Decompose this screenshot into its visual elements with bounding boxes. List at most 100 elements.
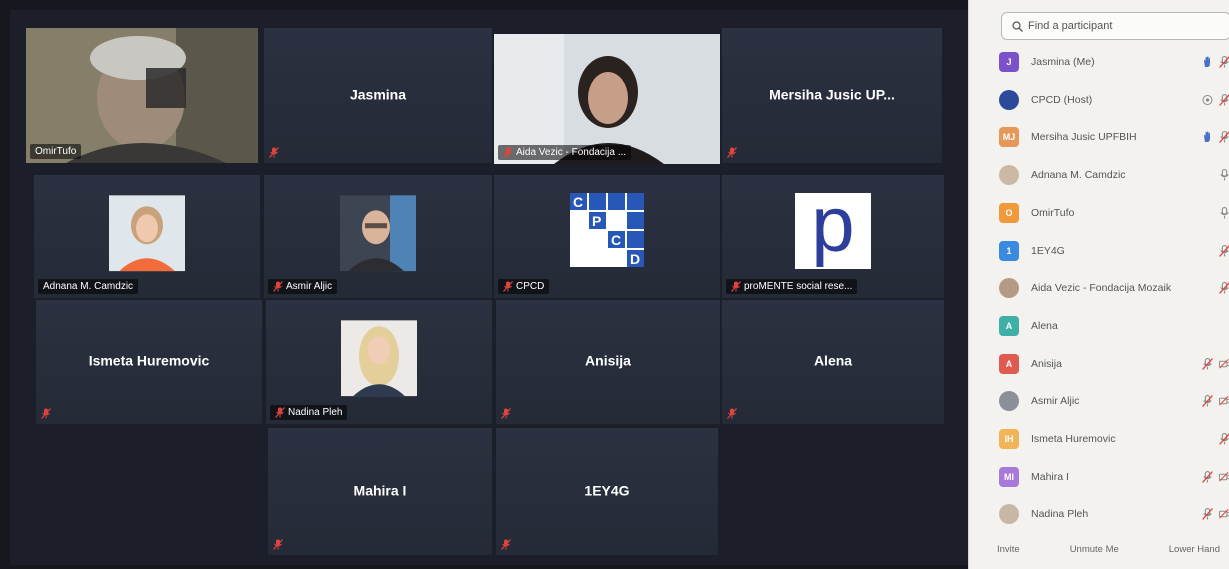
unmute-me-button[interactable]: Unmute Me: [1070, 544, 1119, 555]
participant-row[interactable]: A Anisija: [999, 347, 1229, 381]
cpcd-letter: C: [611, 232, 621, 248]
cpcd-letter: C: [573, 194, 583, 210]
cam-off-icon[interactable]: [1219, 471, 1229, 483]
participant-row[interactable]: A Alena: [999, 309, 1229, 343]
video-tile-aida-vezic[interactable]: Aida Vezic - Fondacija ...: [494, 34, 720, 164]
video-tile-jasmina[interactable]: Jasmina: [264, 28, 492, 163]
panel-footer: Invite Unmute Me Lower Hand: [997, 544, 1229, 555]
mic-muted-icon: [41, 408, 51, 419]
participants-panel: J Jasmina (Me) CPCD (Host) MJ Mersiha Jusic …: [968, 0, 1229, 569]
participant-name: 1EY4G: [584, 481, 630, 498]
participant-row[interactable]: Asmir Aljic: [999, 384, 1229, 418]
avatar: J: [999, 52, 1019, 72]
participant-status-icons: [1219, 206, 1229, 219]
avatar: O: [999, 202, 1019, 223]
avatar: [999, 504, 1019, 525]
cpcd-letter: P: [592, 213, 601, 229]
participant-row[interactable]: IH Ismeta Huremovic: [999, 422, 1229, 456]
mic-muted-icon: [501, 408, 511, 419]
participant-search-box[interactable]: [1001, 12, 1229, 40]
participant-name: Jasmina (Me): [1031, 56, 1095, 68]
participant-name: Adnana M. Camdzic: [1031, 169, 1126, 182]
participant-name: Aida Vezic - Fondacija ...: [516, 147, 627, 158]
participant-row[interactable]: MI Mahira I: [999, 460, 1229, 494]
video-grid: OmirTufo Jasmina Aida Vezic - Fondacija: [10, 10, 970, 565]
target-icon[interactable]: [1202, 94, 1213, 106]
video-tile-1ey4g[interactable]: 1EY4G: [496, 428, 718, 555]
participant-row[interactable]: J Jasmina (Me): [999, 45, 1229, 79]
participant-status-icons: [1219, 169, 1229, 181]
mic-muted-icon[interactable]: [1202, 470, 1213, 483]
video-tile-adnana[interactable]: Adnana M. Camdzic: [34, 175, 260, 298]
invite-button[interactable]: Invite: [997, 544, 1020, 555]
participant-name: Adnana M. Camdzic: [43, 281, 134, 292]
participant-name: proMENTE social rese...: [744, 281, 853, 292]
video-tile-mersiha-jusic[interactable]: Mersiha Jusic UP...: [722, 28, 942, 163]
promente-logo: p: [795, 185, 871, 269]
mic-icon[interactable]: [1219, 206, 1229, 219]
mic-muted-icon[interactable]: [1219, 433, 1229, 445]
avatar: [999, 278, 1019, 299]
participant-name: Mersiha Jusic UP...: [769, 85, 895, 102]
mic-muted-icon[interactable]: [1219, 56, 1229, 68]
video-tile-alena[interactable]: Alena: [722, 300, 944, 424]
participant-row[interactable]: Aida Vezic - Fondacija Mozaik: [999, 271, 1229, 305]
tile-label: CPCD: [498, 279, 550, 294]
hand-icon[interactable]: [1202, 131, 1213, 143]
mic-muted-icon[interactable]: [1202, 508, 1213, 521]
search-input[interactable]: [1028, 20, 1218, 32]
mic-muted-icon[interactable]: [1219, 282, 1229, 295]
tile-label: Asmir Aljic: [268, 279, 338, 294]
participant-name: Aida Vezic - Fondacija Mozaik: [1031, 282, 1172, 295]
mic-muted-icon: [273, 281, 283, 292]
participant-row[interactable]: Nadina Pleh: [999, 497, 1229, 531]
tile-label: Nadina Pleh: [270, 405, 348, 420]
avatar: MJ: [999, 127, 1019, 148]
tile-label: proMENTE social rese...: [726, 279, 858, 294]
cam-off-icon[interactable]: [1219, 358, 1229, 370]
mic-muted-icon[interactable]: [1202, 395, 1213, 408]
video-tile-promente[interactable]: p proMENTE social rese...: [722, 175, 944, 298]
participant-status-icons: [1202, 508, 1229, 521]
tile-label: OmirTufo: [30, 144, 82, 159]
cam-off-icon[interactable]: [1219, 508, 1229, 520]
zoom-meeting-window: OmirTufo Jasmina Aida Vezic - Fondacija: [0, 0, 1229, 569]
mic-muted-icon[interactable]: [1219, 244, 1229, 257]
participant-row[interactable]: 1 1EY4G: [999, 234, 1229, 268]
participant-name: Jasmina: [349, 85, 407, 102]
participant-status-icons: [1219, 282, 1229, 295]
video-tile-omirtufo[interactable]: OmirTufo: [26, 28, 258, 163]
participant-row[interactable]: O OmirTufo: [999, 196, 1229, 230]
profile-picture-adnana: [109, 194, 185, 271]
mic-muted-icon[interactable]: [1219, 131, 1229, 144]
search-icon: [1012, 20, 1023, 32]
participant-row[interactable]: Adnana M. Camdzic: [999, 158, 1229, 192]
avatar: 1: [999, 240, 1019, 261]
avatar: [999, 165, 1019, 186]
avatar: IH: [999, 429, 1019, 449]
participant-row[interactable]: CPCD (Host): [999, 83, 1229, 117]
hand-icon[interactable]: [1202, 56, 1213, 68]
participant-name: Asmir Aljic: [1031, 395, 1080, 408]
avatar: [999, 391, 1019, 412]
video-tile-mahira[interactable]: Mahira I: [268, 428, 492, 555]
mic-icon[interactable]: [1219, 169, 1229, 181]
cam-off-icon[interactable]: [1219, 395, 1229, 407]
participant-name: Nadina Pleh: [288, 407, 343, 418]
participant-status-icons: [1202, 357, 1229, 370]
video-tile-anisija[interactable]: Anisija: [496, 300, 720, 424]
participant-name: OmirTufo: [35, 146, 77, 157]
video-tile-asmir-aljic[interactable]: Asmir Aljic: [264, 175, 492, 298]
video-tile-nadina[interactable]: Nadina Pleh: [266, 300, 492, 424]
participant-name: Anisija: [1031, 357, 1062, 370]
video-tile-ismeta[interactable]: Ismeta Huremovic: [36, 300, 262, 424]
mic-muted-icon: [503, 147, 513, 158]
mic-muted-icon[interactable]: [1202, 357, 1213, 370]
profile-picture-asmir: [340, 194, 416, 271]
lower-hand-button[interactable]: Lower Hand: [1169, 544, 1220, 555]
participant-row[interactable]: MJ Mersiha Jusic UPFBIH: [999, 120, 1229, 154]
avatar: [999, 89, 1019, 110]
participant-name: Alena: [1031, 319, 1058, 332]
mic-muted-icon[interactable]: [1219, 93, 1229, 106]
video-tile-cpcd[interactable]: C P C D CPCD: [494, 175, 720, 298]
